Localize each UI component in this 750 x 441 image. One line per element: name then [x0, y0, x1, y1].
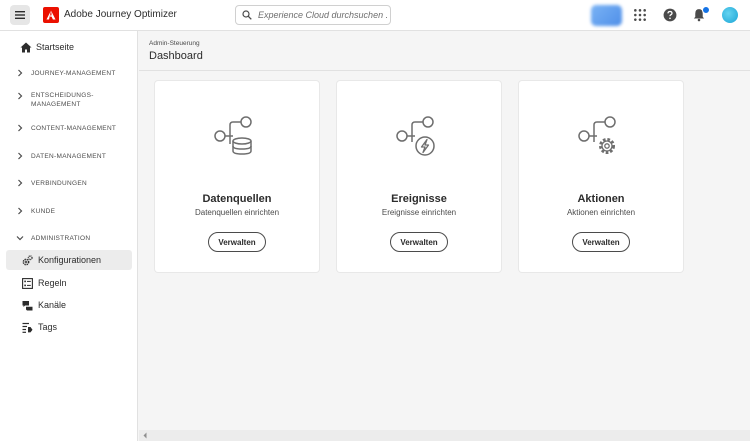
chevron-right-icon: [18, 124, 23, 132]
hamburger-icon: [15, 11, 25, 19]
tags-icon: [22, 322, 33, 333]
menu-toggle-button[interactable]: [10, 5, 30, 25]
home-icon: [20, 42, 32, 52]
sidebar-section-content-management[interactable]: CONTENT-MANAGEMENT: [16, 123, 154, 133]
adobe-logo-icon[interactable]: [43, 7, 59, 23]
chevron-right-icon: [18, 92, 23, 100]
channels-icon: [22, 300, 33, 311]
sidebar-item-label: Kanäle: [38, 300, 67, 310]
sidebar-section-customer[interactable]: KUNDE: [16, 206, 154, 216]
search-input[interactable]: [258, 10, 388, 20]
sidebar-section-label: CONTENT-MANAGEMENT: [31, 124, 117, 132]
chevron-right-icon: [18, 207, 23, 215]
chevron-down-icon: [16, 236, 24, 241]
sidebar-section-administration[interactable]: ADMINISTRATION: [16, 233, 154, 243]
sidebar-item-label: Regeln: [38, 278, 67, 288]
org-switcher-button[interactable]: [591, 5, 622, 26]
card-actions: Aktionen Aktionen einrichten Verwalten: [519, 81, 683, 272]
sidebar-item-label: Tags: [38, 322, 58, 332]
rules-icon: [22, 277, 33, 289]
sidebar-section-label: VERBINDUNGEN: [31, 179, 87, 187]
global-search[interactable]: [235, 5, 391, 25]
action-gear-icon: [578, 116, 616, 154]
search-icon: [242, 10, 252, 20]
chevron-right-icon: [18, 152, 23, 160]
sidebar-section-decision-management[interactable]: ENTSCHEIDUNGS-MANAGEMENT: [16, 90, 154, 110]
chevron-right-icon: [18, 179, 23, 187]
data-source-icon: [214, 116, 252, 155]
sidebar-section-label: DATEN-MANAGEMENT: [31, 152, 107, 160]
sidebar-section-label: JOURNEY-MANAGEMENT: [31, 69, 116, 77]
card-subtitle: Datenquellen einrichten: [194, 208, 280, 217]
manage-events-button[interactable]: Verwalten: [390, 232, 448, 252]
sidebar-section-connections[interactable]: VERBINDUNGEN: [16, 178, 154, 188]
event-icon: [396, 116, 435, 156]
manage-actions-button[interactable]: Verwalten: [572, 232, 630, 252]
card-data-sources: Datenquellen Datenquellen einrichten Ver…: [155, 81, 319, 272]
manage-data-sources-button[interactable]: Verwalten: [208, 232, 266, 252]
card-title: Aktionen: [577, 193, 625, 205]
horizontal-scrollbar[interactable]: [139, 430, 750, 441]
sidebar-item-configurations[interactable]: Konfigurationen: [6, 250, 132, 270]
page-header: Admin-Steuerung Dashboard: [139, 31, 750, 71]
scroll-left-icon[interactable]: [142, 432, 148, 439]
app-title[interactable]: Adobe Journey Optimizer: [64, 9, 177, 20]
chevron-right-icon: [18, 69, 23, 77]
sidebar-section-label: ENTSCHEIDUNGS-MANAGEMENT: [31, 92, 94, 108]
sidebar-item-channels[interactable]: Kanäle: [6, 295, 132, 315]
sidebar: Startseite JOURNEY-MANAGEMENT ENTSCHEIDU…: [0, 31, 138, 441]
help-icon[interactable]: [663, 8, 677, 22]
sidebar-section-label: ADMINISTRATION: [31, 234, 91, 242]
sidebar-section-data-management[interactable]: DATEN-MANAGEMENT: [16, 151, 154, 161]
apps-icon[interactable]: [633, 8, 647, 22]
breadcrumb[interactable]: Admin-Steuerung: [149, 40, 200, 47]
card-title: Ereignisse: [391, 193, 447, 205]
sidebar-item-home[interactable]: Startseite: [20, 39, 158, 55]
sidebar-item-label: Startseite: [36, 42, 75, 52]
card-subtitle: Ereignisse einrichten: [381, 208, 457, 217]
card-events: Ereignisse Ereignisse einrichten Verwalt…: [337, 81, 501, 272]
sidebar-item-tags[interactable]: Tags: [6, 317, 132, 337]
user-avatar[interactable]: [722, 7, 738, 23]
page-title: Dashboard: [149, 50, 203, 62]
top-bar: Adobe Journey Optimizer: [0, 0, 750, 31]
card-title: Datenquellen: [202, 193, 272, 205]
notification-badge: [702, 6, 710, 14]
sidebar-item-label: Konfigurationen: [38, 255, 102, 265]
sidebar-section-journey-management[interactable]: JOURNEY-MANAGEMENT: [16, 68, 154, 78]
sidebar-item-rules[interactable]: Regeln: [6, 273, 132, 293]
sidebar-section-label: KUNDE: [31, 207, 56, 215]
gears-icon: [22, 254, 33, 266]
card-subtitle: Aktionen einrichten: [566, 208, 636, 217]
